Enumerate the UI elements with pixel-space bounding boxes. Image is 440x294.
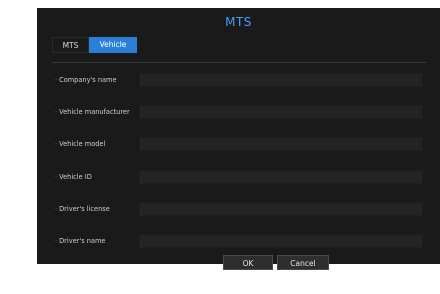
vehicle-id-label: · Vehicle ID (55, 173, 92, 181)
drivers-license-label: · Driver's license (55, 205, 110, 213)
drivers-license-field[interactable] (139, 202, 423, 216)
company-name-row: · Company's name (55, 73, 423, 87)
ok-button[interactable]: OK (223, 255, 273, 270)
vehicle-manufacturer-row: · Vehicle manufacturer (55, 105, 423, 119)
company-name-field[interactable] (139, 73, 423, 87)
drivers-name-label: · Driver's name (55, 237, 106, 245)
cancel-button[interactable]: Cancel (277, 255, 329, 270)
vehicle-id-field[interactable] (139, 170, 423, 184)
vehicle-model-row: · Vehicle model (55, 137, 423, 151)
vehicle-model-label: · Vehicle model (55, 140, 106, 148)
company-name-label: · Company's name (55, 76, 117, 84)
tab-mts[interactable]: MTS (52, 37, 89, 53)
drivers-name-row: · Driver's name (55, 234, 423, 248)
vehicle-id-row: · Vehicle ID (55, 170, 423, 184)
vehicle-manufacturer-label: · Vehicle manufacturer (55, 108, 130, 116)
vehicle-manufacturer-field[interactable] (139, 105, 423, 119)
tab-bar: MTS Vehicle (52, 37, 426, 63)
vehicle-model-field[interactable] (139, 137, 423, 151)
drivers-license-row: · Driver's license (55, 202, 423, 216)
dialog-title: MTS (225, 15, 252, 29)
drivers-name-field[interactable] (139, 234, 423, 248)
tab-vehicle[interactable]: Vehicle (89, 37, 137, 53)
mts-dialog: MTS MTS Vehicle · Company's name · Vehicle… (37, 8, 440, 270)
